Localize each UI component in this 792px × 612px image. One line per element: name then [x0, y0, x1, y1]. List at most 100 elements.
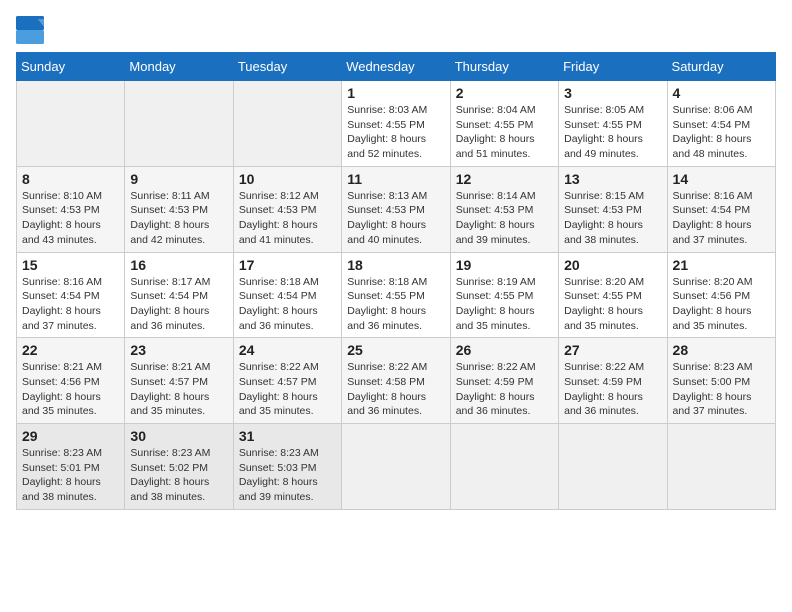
- calendar-cell: 17 Sunrise: 8:18 AMSunset: 4:54 PMDayligh…: [233, 252, 341, 338]
- day-info: Sunrise: 8:22 AMSunset: 4:58 PMDaylight:…: [347, 360, 444, 419]
- calendar-cell: [342, 424, 450, 510]
- day-info: Sunrise: 8:12 AMSunset: 4:53 PMDaylight:…: [239, 189, 336, 248]
- day-info: Sunrise: 8:23 AMSunset: 5:00 PMDaylight:…: [673, 360, 770, 419]
- page-header: [16, 16, 776, 44]
- day-info: Sunrise: 8:22 AMSunset: 4:59 PMDaylight:…: [456, 360, 553, 419]
- day-info: Sunrise: 8:21 AMSunset: 4:57 PMDaylight:…: [130, 360, 227, 419]
- calendar-cell: 19 Sunrise: 8:19 AMSunset: 4:55 PMDayligh…: [450, 252, 558, 338]
- calendar-cell: 30 Sunrise: 8:23 AMSunset: 5:02 PMDayligh…: [125, 424, 233, 510]
- day-info: Sunrise: 8:11 AMSunset: 4:53 PMDaylight:…: [130, 189, 227, 248]
- calendar-cell: [667, 424, 775, 510]
- day-info: Sunrise: 8:15 AMSunset: 4:53 PMDaylight:…: [564, 189, 661, 248]
- calendar-cell: 18 Sunrise: 8:18 AMSunset: 4:55 PMDayligh…: [342, 252, 450, 338]
- column-header-wednesday: Wednesday: [342, 53, 450, 81]
- day-info: Sunrise: 8:23 AMSunset: 5:02 PMDaylight:…: [130, 446, 227, 505]
- day-number: 10: [239, 171, 336, 187]
- calendar-cell: [559, 424, 667, 510]
- day-info: Sunrise: 8:06 AMSunset: 4:54 PMDaylight:…: [673, 103, 770, 162]
- column-header-saturday: Saturday: [667, 53, 775, 81]
- day-info: Sunrise: 8:22 AMSunset: 4:57 PMDaylight:…: [239, 360, 336, 419]
- calendar-cell: 12Sunrise: 8:14 AMSunset: 4:53 PMDayligh…: [450, 166, 558, 252]
- day-info: Sunrise: 8:16 AMSunset: 4:54 PMDaylight:…: [673, 189, 770, 248]
- day-number: 13: [564, 171, 661, 187]
- day-number: 21: [673, 257, 770, 273]
- day-info: Sunrise: 8:04 AMSunset: 4:55 PMDaylight:…: [456, 103, 553, 162]
- calendar-cell: 29 Sunrise: 8:23 AMSunset: 5:01 PMDayligh…: [17, 424, 125, 510]
- day-number: 20: [564, 257, 661, 273]
- day-info: Sunrise: 8:23 AMSunset: 5:01 PMDaylight:…: [22, 446, 119, 505]
- calendar-cell: [125, 81, 233, 167]
- calendar-cell: 13 Sunrise: 8:15 AMSunset: 4:53 PMDayligh…: [559, 166, 667, 252]
- column-header-tuesday: Tuesday: [233, 53, 341, 81]
- calendar-cell: 1 Sunrise: 8:03 AMSunset: 4:55 PMDaylight…: [342, 81, 450, 167]
- day-info: Sunrise: 8:14 AMSunset: 4:53 PMDaylight:…: [456, 189, 553, 248]
- day-number: 31: [239, 428, 336, 444]
- calendar-table: SundayMondayTuesdayWednesdayThursdayFrid…: [16, 52, 776, 510]
- day-info: Sunrise: 8:18 AMSunset: 4:54 PMDaylight:…: [239, 275, 336, 334]
- logo: [16, 16, 48, 44]
- day-number: 26: [456, 342, 553, 358]
- day-info: Sunrise: 8:10 AMSunset: 4:53 PMDaylight:…: [22, 189, 119, 248]
- calendar-cell: 4 Sunrise: 8:06 AMSunset: 4:54 PMDaylight…: [667, 81, 775, 167]
- day-number: 23: [130, 342, 227, 358]
- day-number: 9: [130, 171, 227, 187]
- day-info: Sunrise: 8:23 AMSunset: 5:03 PMDaylight:…: [239, 446, 336, 505]
- calendar-cell: 15 Sunrise: 8:16 AMSunset: 4:54 PMDayligh…: [17, 252, 125, 338]
- day-number: 15: [22, 257, 119, 273]
- day-info: Sunrise: 8:20 AMSunset: 4:56 PMDaylight:…: [673, 275, 770, 334]
- day-info: Sunrise: 8:05 AMSunset: 4:55 PMDaylight:…: [564, 103, 661, 162]
- day-number: 1: [347, 85, 444, 101]
- column-header-sunday: Sunday: [17, 53, 125, 81]
- calendar-week-2: 8 Sunrise: 8:10 AMSunset: 4:53 PMDaylight…: [17, 166, 776, 252]
- day-number: 18: [347, 257, 444, 273]
- day-number: 8: [22, 171, 119, 187]
- day-info: Sunrise: 8:03 AMSunset: 4:55 PMDaylight:…: [347, 103, 444, 162]
- day-number: 19: [456, 257, 553, 273]
- day-number: 22: [22, 342, 119, 358]
- calendar-cell: [233, 81, 341, 167]
- day-number: 2: [456, 85, 553, 101]
- calendar-week-3: 15 Sunrise: 8:16 AMSunset: 4:54 PMDayligh…: [17, 252, 776, 338]
- calendar-cell: 22 Sunrise: 8:21 AMSunset: 4:56 PMDayligh…: [17, 338, 125, 424]
- day-number: 30: [130, 428, 227, 444]
- day-info: Sunrise: 8:13 AMSunset: 4:53 PMDaylight:…: [347, 189, 444, 248]
- day-info: Sunrise: 8:19 AMSunset: 4:55 PMDaylight:…: [456, 275, 553, 334]
- day-number: 4: [673, 85, 770, 101]
- day-number: 24: [239, 342, 336, 358]
- calendar-cell: 26 Sunrise: 8:22 AMSunset: 4:59 PMDayligh…: [450, 338, 558, 424]
- day-number: 14: [673, 171, 770, 187]
- column-header-friday: Friday: [559, 53, 667, 81]
- calendar-week-5: 29 Sunrise: 8:23 AMSunset: 5:01 PMDayligh…: [17, 424, 776, 510]
- calendar-week-4: 22 Sunrise: 8:21 AMSunset: 4:56 PMDayligh…: [17, 338, 776, 424]
- calendar-cell: 8 Sunrise: 8:10 AMSunset: 4:53 PMDaylight…: [17, 166, 125, 252]
- calendar-cell: [450, 424, 558, 510]
- calendar-cell: 20 Sunrise: 8:20 AMSunset: 4:55 PMDayligh…: [559, 252, 667, 338]
- day-info: Sunrise: 8:22 AMSunset: 4:59 PMDaylight:…: [564, 360, 661, 419]
- day-info: Sunrise: 8:20 AMSunset: 4:55 PMDaylight:…: [564, 275, 661, 334]
- day-number: 27: [564, 342, 661, 358]
- column-header-monday: Monday: [125, 53, 233, 81]
- calendar-week-1: 1 Sunrise: 8:03 AMSunset: 4:55 PMDaylight…: [17, 81, 776, 167]
- calendar-cell: 9 Sunrise: 8:11 AMSunset: 4:53 PMDaylight…: [125, 166, 233, 252]
- logo-icon: [16, 16, 44, 44]
- day-number: 3: [564, 85, 661, 101]
- day-info: Sunrise: 8:16 AMSunset: 4:54 PMDaylight:…: [22, 275, 119, 334]
- calendar-cell: [17, 81, 125, 167]
- calendar-cell: 25Sunrise: 8:22 AMSunset: 4:58 PMDayligh…: [342, 338, 450, 424]
- day-number: 29: [22, 428, 119, 444]
- calendar-cell: 16 Sunrise: 8:17 AMSunset: 4:54 PMDayligh…: [125, 252, 233, 338]
- calendar-cell: 11 Sunrise: 8:13 AMSunset: 4:53 PMDayligh…: [342, 166, 450, 252]
- calendar-cell: 10 Sunrise: 8:12 AMSunset: 4:53 PMDayligh…: [233, 166, 341, 252]
- day-number: 17: [239, 257, 336, 273]
- calendar-cell: 27 Sunrise: 8:22 AMSunset: 4:59 PMDayligh…: [559, 338, 667, 424]
- calendar-cell: 31 Sunrise: 8:23 AMSunset: 5:03 PMDayligh…: [233, 424, 341, 510]
- calendar-cell: 23 Sunrise: 8:21 AMSunset: 4:57 PMDayligh…: [125, 338, 233, 424]
- day-info: Sunrise: 8:17 AMSunset: 4:54 PMDaylight:…: [130, 275, 227, 334]
- day-number: 16: [130, 257, 227, 273]
- calendar-cell: 2 Sunrise: 8:04 AMSunset: 4:55 PMDaylight…: [450, 81, 558, 167]
- day-info: Sunrise: 8:18 AMSunset: 4:55 PMDaylight:…: [347, 275, 444, 334]
- calendar-cell: 14 Sunrise: 8:16 AMSunset: 4:54 PMDayligh…: [667, 166, 775, 252]
- day-number: 11: [347, 171, 444, 187]
- calendar-cell: 28Sunrise: 8:23 AMSunset: 5:00 PMDayligh…: [667, 338, 775, 424]
- day-info: Sunrise: 8:21 AMSunset: 4:56 PMDaylight:…: [22, 360, 119, 419]
